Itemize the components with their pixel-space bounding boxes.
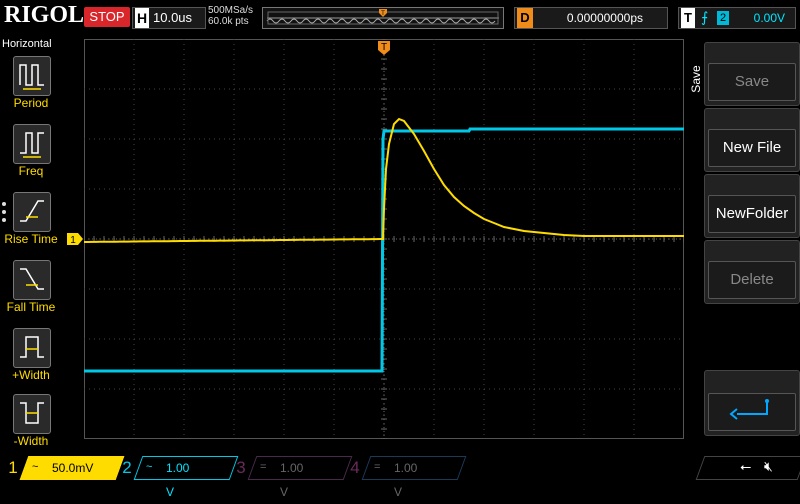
measure-freq-label: Freq [18,164,44,178]
measure-negative-width-item[interactable]: -Width [0,394,62,460]
trigger-key-label: T [681,8,695,28]
horizontal-key-label: H [135,8,149,28]
ch1-ground-marker-label: 1 [70,235,76,246]
menu-title: Horizontal [2,38,52,50]
ch1-ground-marker-icon[interactable]: 1 [66,232,84,246]
waveform-display[interactable] [84,39,684,439]
measure-fall-time-item[interactable]: Fall Time [0,260,62,326]
channel-4-coupling: = [374,461,381,473]
channel-1-number: 1 [8,458,18,477]
top-status-bar: RIGOL STOP H 10.0us 500MSa/s 60.0k pts T… [0,0,800,36]
measure-negative-width-label: -Width [13,434,49,448]
frequency-icon [13,124,51,164]
save-menu: Save Save New File NewFolder Delete [686,36,800,454]
softkey-new-file-label: New File [722,139,782,156]
channel-2-coupling: ~ [146,461,153,473]
measure-freq-item[interactable]: Freq [0,124,62,190]
memory-overview-bar[interactable]: T [262,7,504,29]
memory-trigger-letter: T [381,11,385,17]
softkey-save[interactable]: Save [704,42,800,106]
channel-1-scale: 50.0mV [52,461,94,475]
graticule [84,39,684,439]
trigger-level: 0.00V [753,11,785,25]
measure-period-label: Period [13,96,49,110]
measure-positive-width-label: +Width [12,368,50,382]
enter-arrow-icon [729,399,769,420]
measure-rise-time-item[interactable]: Rise Time [0,192,62,258]
softkey-new-file[interactable]: New File [704,108,800,172]
trigger-position-marker-label: T [381,42,387,53]
memory-overview-waveform: T [266,9,499,25]
delay-box[interactable]: D 0.00000000ps [514,7,668,29]
delay-value: 0.00000000ps [566,11,643,25]
negative-width-icon [13,394,51,434]
delay-key-label: D [517,8,533,28]
measure-menu: Horizontal Period Freq Rise Time Fall Ti… [0,36,62,454]
rise-time-icon [13,192,51,232]
usb-icon: ⭠ [740,458,752,474]
channel-2-number: 2 [122,458,132,477]
fall-time-icon [13,260,51,300]
sample-rate: 500MSa/s [208,5,254,16]
brand-logo: RIGOL [4,2,85,28]
channel-3-coupling: = [260,461,267,473]
softkey-new-folder[interactable]: NewFolder [704,174,800,238]
trigger-source: 2 [717,11,729,25]
measure-fall-time-label: Fall Time [6,300,56,314]
measure-positive-width-item[interactable]: +Width [0,328,62,394]
speaker-mute-icon[interactable]: 🔇︎ [764,458,773,475]
horizontal-timebase-box[interactable]: H 10.0us [132,7,206,29]
softkey-save-label: Save [734,73,770,90]
rising-edge-icon: ⨍ [701,9,709,25]
measure-period-item[interactable]: Period [0,56,62,122]
measure-rise-time-label: Rise Time [4,232,58,246]
timebase-value: 10.0us [153,10,193,25]
channel-status-bar: 1 ~ 50.0mV 2 ~ 1.00 V 3 = 1.00 V 4 = 1.0… [0,454,800,499]
period-icon [13,56,51,96]
run-stop-status[interactable]: STOP [84,7,130,27]
save-menu-tab-label: Save [689,65,703,93]
trigger-box[interactable]: T ⨍ 2 0.00V [678,7,796,29]
channel-2-scale: 1.00 V [166,461,190,499]
softkey-new-folder-label: NewFolder [715,205,789,222]
softkey-enter[interactable] [704,370,800,436]
channel-4-scale: 1.00 V [394,461,418,499]
channel-3-scale: 1.00 V [280,461,304,499]
trigger-position-marker-icon[interactable]: T [377,40,391,56]
softkey-delete[interactable]: Delete [704,240,800,304]
channel-3-number: 3 [236,458,246,477]
memory-depth: 60.0k pts [208,16,249,27]
softkey-delete-label: Delete [730,271,774,288]
positive-width-icon [13,328,51,368]
channel-4-number: 4 [350,458,360,477]
save-menu-tab: Save [686,36,704,136]
acquisition-info: 500MSa/s 60.0k pts [208,5,253,27]
channel-1-coupling: ~ [32,461,39,473]
